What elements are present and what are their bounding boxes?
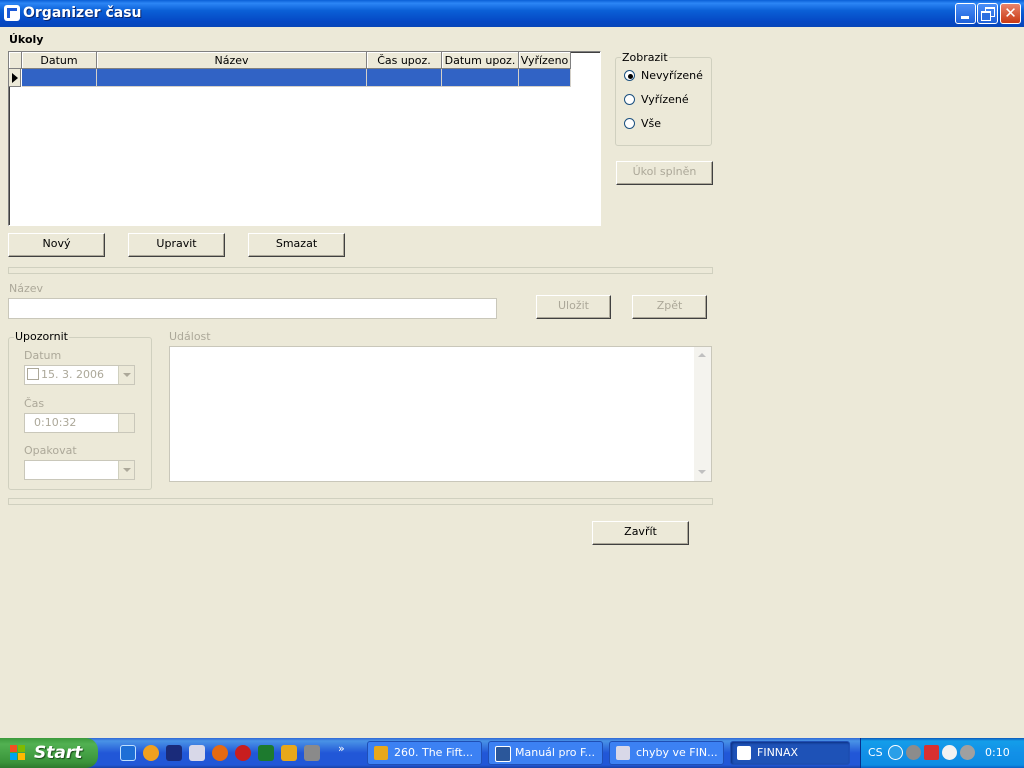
filter-label-vse[interactable]: Vše <box>641 117 661 130</box>
media-player-icon[interactable] <box>143 745 159 761</box>
save-icon[interactable] <box>166 745 182 761</box>
reminder-date-label: Datum <box>24 349 62 362</box>
opera-icon[interactable] <box>235 745 251 761</box>
event-scrollbar[interactable] <box>694 347 711 481</box>
grid-header-datum-upoz[interactable]: Datum upoz. <box>442 52 519 69</box>
document-icon[interactable] <box>189 745 205 761</box>
ie-icon[interactable] <box>120 745 136 761</box>
filter-group-title: Zobrazit <box>621 51 669 64</box>
task-complete-button[interactable]: Úkol splněn <box>616 161 713 185</box>
chevron-left-icon[interactable] <box>888 745 903 760</box>
chevron-down-icon[interactable] <box>118 461 134 479</box>
finnax-icon <box>737 746 751 760</box>
spin-up-icon[interactable] <box>118 414 134 423</box>
task-label: chyby ve FIN... <box>636 746 718 759</box>
table-cell[interactable] <box>442 69 519 87</box>
reminder-repeat-label: Opakovat <box>24 444 77 457</box>
minimize-button[interactable] <box>955 3 976 24</box>
start-label[interactable]: Start <box>34 738 82 768</box>
filter-label-nevyrizene[interactable]: Nevyřízené <box>641 69 703 82</box>
event-label: Událost <box>169 330 211 343</box>
title-bar[interactable] <box>0 0 1024 27</box>
delete-task-button[interactable]: Smazat <box>248 233 345 257</box>
table-cell[interactable] <box>367 69 442 87</box>
word-icon <box>495 746 511 762</box>
winamp-icon <box>374 746 388 760</box>
antivirus-icon[interactable] <box>924 745 939 760</box>
taskbar-task-active[interactable]: FINNAX <box>730 741 850 765</box>
window-title: Organizer času <box>23 5 142 21</box>
winamp-icon[interactable] <box>281 745 297 761</box>
separator <box>8 498 713 505</box>
clock: 0:10 <box>985 746 1010 759</box>
close-button[interactable]: Zavřít <box>592 521 689 545</box>
grid-corner <box>9 52 22 69</box>
separator <box>8 267 713 274</box>
filter-radio-vse[interactable] <box>624 118 635 129</box>
taskbar-task[interactable]: chyby ve FIN... <box>609 741 724 765</box>
tasks-section-label: Úkoly <box>9 33 44 46</box>
chevron-more-icon[interactable]: » <box>338 742 345 755</box>
table-cell[interactable] <box>97 69 367 87</box>
name-input[interactable] <box>8 298 497 319</box>
reminder-time-value: 0:10:32 <box>34 416 77 429</box>
language-indicator[interactable]: CS <box>868 746 883 759</box>
network-icon[interactable] <box>906 745 921 760</box>
table-cell[interactable] <box>22 69 97 87</box>
name-label: Název <box>9 282 44 295</box>
restore-button[interactable] <box>977 3 998 24</box>
task-label: FINNAX <box>757 746 799 759</box>
edit-task-button[interactable]: Upravit <box>128 233 225 257</box>
reminder-group-title: Upozornit <box>14 330 69 343</box>
settings-icon[interactable] <box>942 745 957 760</box>
task-label: Manuál pro F... <box>515 746 596 759</box>
grid-header-vyrizeno[interactable]: Vyřízeno <box>519 52 571 69</box>
filter-label-vyrizene[interactable]: Vyřízené <box>641 93 689 106</box>
grid-header-nazev[interactable]: Název <box>97 52 367 69</box>
grid-header-datum[interactable]: Datum <box>22 52 97 69</box>
taskbar-task[interactable]: 260. The Fift... <box>367 741 482 765</box>
table-cell[interactable] <box>519 69 571 87</box>
close-window-button[interactable]: ✕ <box>1000 3 1021 24</box>
close-icon: ✕ <box>1004 4 1017 22</box>
app-icon[interactable] <box>304 745 320 761</box>
taskbar-task[interactable]: Manuál pro F... <box>488 741 603 765</box>
chevron-down-icon[interactable] <box>118 366 134 384</box>
task-label: 260. The Fift... <box>394 746 474 759</box>
firefox-icon[interactable] <box>212 745 228 761</box>
row-indicator-arrow-icon <box>9 69 21 87</box>
app-logo-icon <box>4 5 20 21</box>
scroll-up-icon[interactable] <box>694 347 711 364</box>
document-icon <box>616 746 630 760</box>
scroll-down-icon[interactable] <box>694 464 711 481</box>
excel-icon[interactable] <box>258 745 274 761</box>
volume-icon[interactable] <box>960 745 975 760</box>
event-textarea[interactable] <box>169 346 712 482</box>
filter-radio-nevyrizene[interactable] <box>624 70 635 81</box>
save-button[interactable]: Uložit <box>536 295 611 319</box>
new-task-button[interactable]: Nový <box>8 233 105 257</box>
spin-down-icon[interactable] <box>118 423 134 432</box>
reminder-date-checkbox[interactable] <box>27 368 39 380</box>
back-button[interactable]: Zpět <box>632 295 707 319</box>
windows-logo-icon <box>10 745 26 761</box>
reminder-date-value: 15. 3. 2006 <box>41 368 104 381</box>
grid-header-cas-upoz[interactable]: Čas upoz. <box>367 52 442 69</box>
filter-radio-vyrizene[interactable] <box>624 94 635 105</box>
reminder-time-label: Čas <box>24 397 45 410</box>
